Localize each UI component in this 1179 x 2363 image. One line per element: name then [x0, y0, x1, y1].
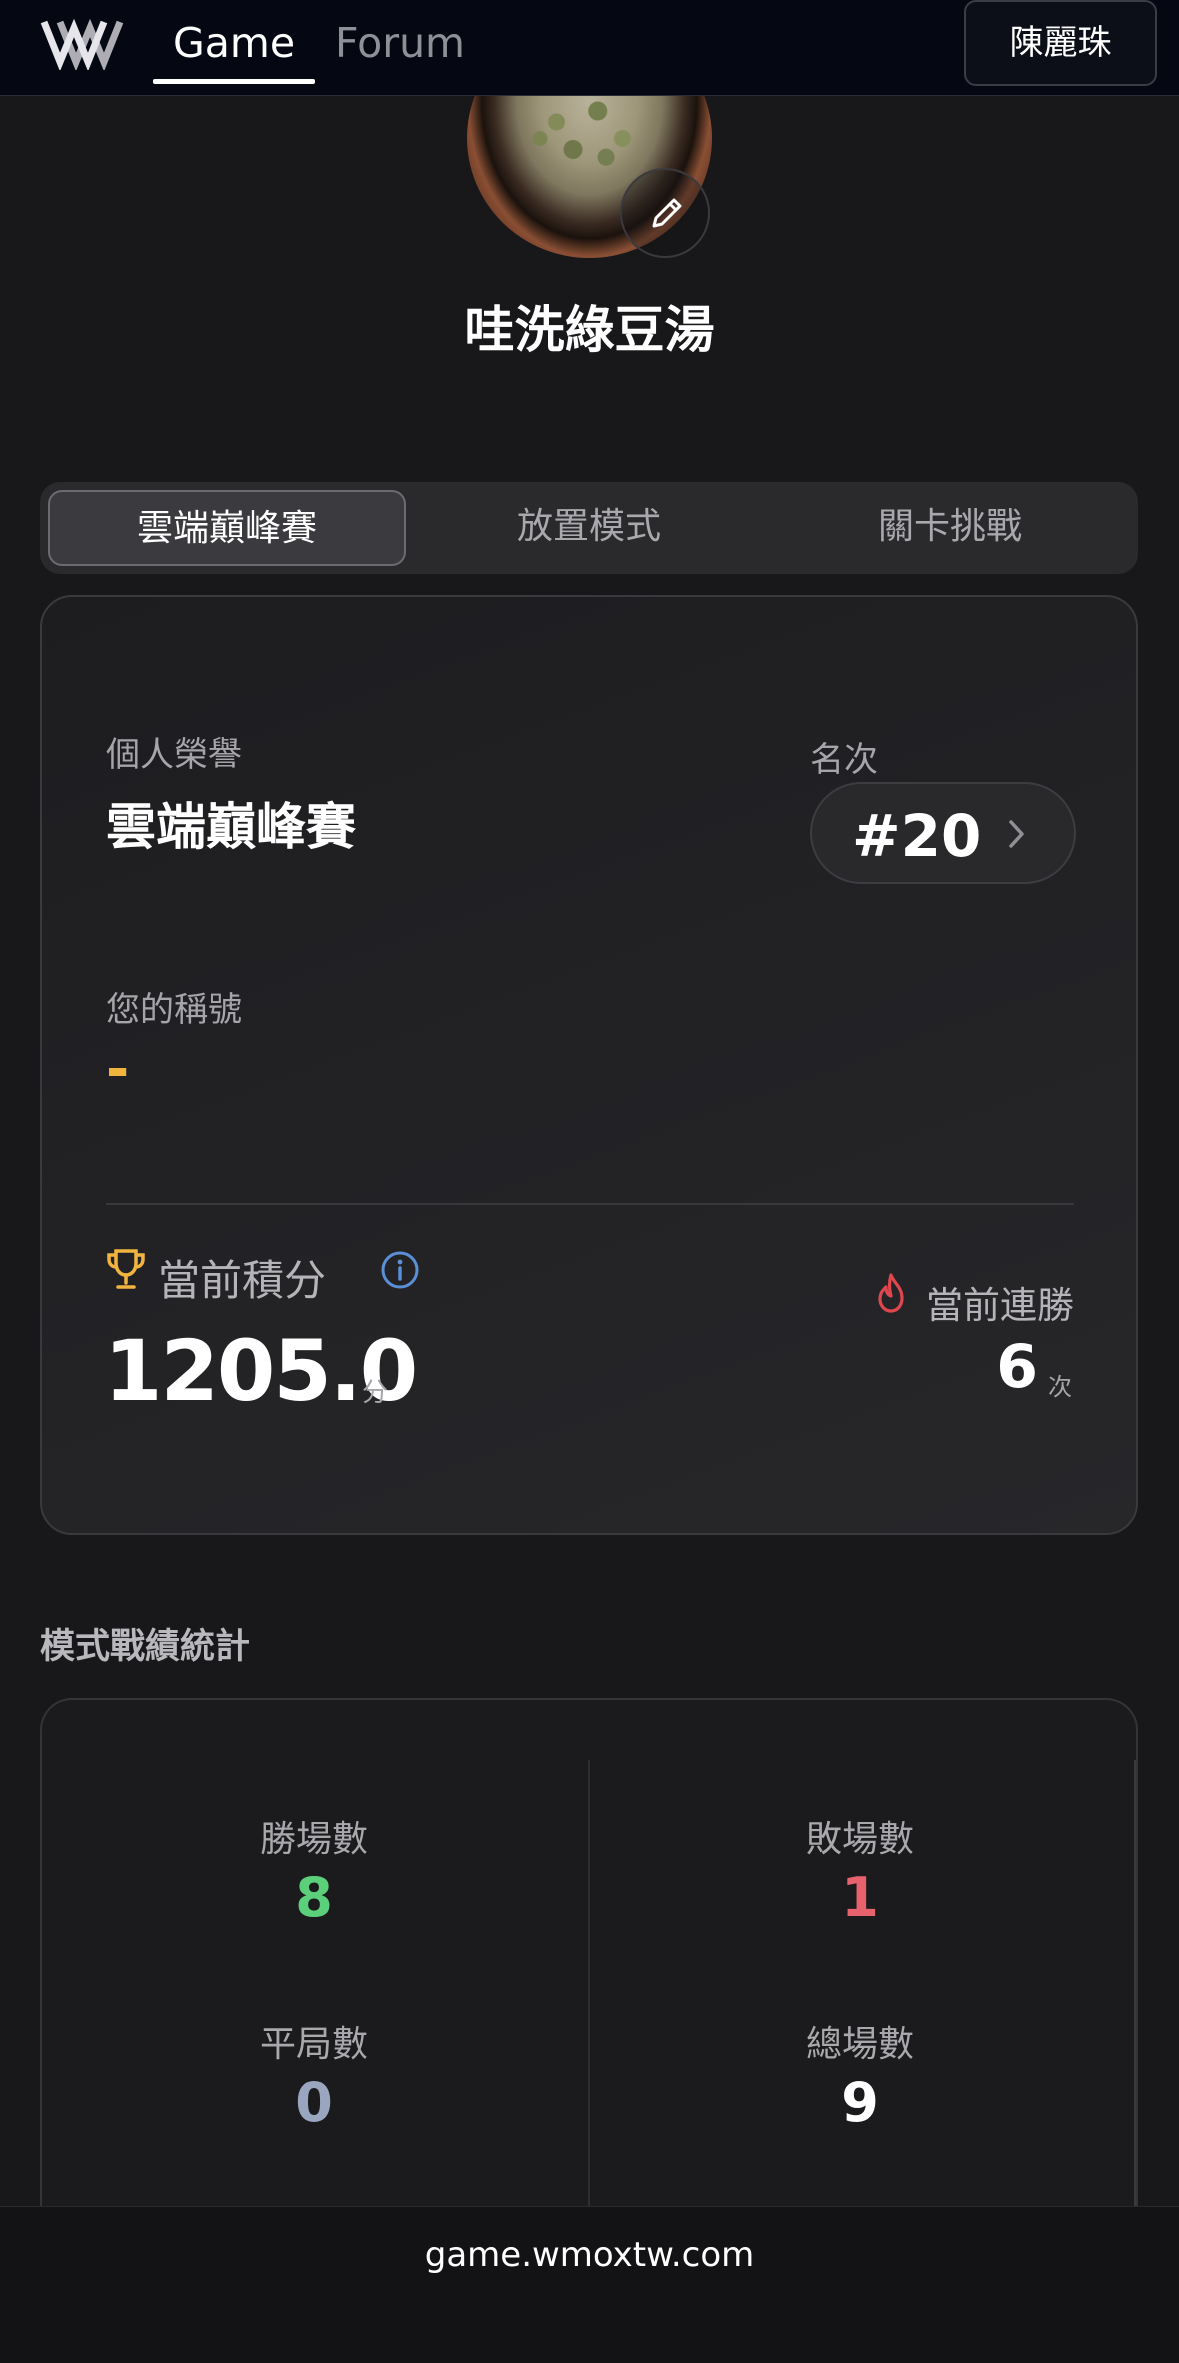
score-label: 當前積分: [158, 1256, 327, 1305]
url-text[interactable]: game.wmoxtw.com: [0, 2235, 1179, 2275]
stat-losses: 敗場數 1: [680, 1810, 1040, 1929]
username: 哇洗綠豆湯: [464, 301, 715, 359]
chevron-right-icon: [1009, 820, 1024, 848]
tab-cloud-peak[interactable]: 雲端巔峰賽: [48, 490, 406, 566]
rank-value: #20: [852, 802, 982, 870]
stat-losses-label: 敗場數: [805, 1819, 914, 1860]
stats-card: 勝場數 8 敗場數 1 平局數 0 總場數 9: [40, 1698, 1138, 2218]
stat-wins: 勝場數 8: [134, 1810, 494, 1929]
stats-section-title: 模式戰績統計: [40, 1627, 251, 1667]
user-account-button[interactable]: 陳麗珠: [964, 0, 1157, 86]
tab-game[interactable]: Game: [152, 14, 316, 84]
stat-total-label: 總場數: [805, 2024, 914, 2065]
edit-avatar-button[interactable]: [620, 168, 710, 258]
streak-label: 當前連勝: [926, 1284, 1074, 1327]
title-label: 您的稱號: [106, 990, 242, 1030]
honor-card: 個人榮譽 雲端巔峰賽 名次 #20 您的稱號 - 當前積分 1205.0 分 當…: [40, 595, 1138, 1535]
stat-total: 總場數 9: [680, 2015, 1040, 2134]
title-value: -: [106, 1037, 130, 1102]
tab-idle-mode[interactable]: 放置模式: [410, 490, 768, 566]
logo-icon[interactable]: [40, 14, 124, 70]
trophy-icon: [107, 1249, 145, 1289]
rank-button[interactable]: #20: [810, 782, 1076, 884]
streak-unit: 次: [1048, 1373, 1072, 1401]
honor-section-label: 個人榮譽: [106, 735, 242, 775]
mode-tabs: 雲端巔峰賽 放置模式 關卡挑戰: [40, 482, 1138, 574]
stat-draws-label: 平局數: [259, 2024, 368, 2065]
stat-wins-label: 勝場數: [259, 1819, 368, 1860]
streak-value: 6: [996, 1332, 1038, 1402]
tab-forum[interactable]: Forum: [335, 14, 465, 84]
stat-total-value: 9: [841, 2071, 879, 2134]
stat-draws: 平局數 0: [134, 2015, 494, 2134]
streak-label-row: 當前連勝: [926, 1275, 1074, 1327]
browser-url-bar: game.wmoxtw.com: [0, 2206, 1179, 2363]
flame-icon: [878, 1273, 904, 1313]
info-icon[interactable]: [380, 1250, 420, 1290]
score-unit: 分: [362, 1378, 389, 1408]
rank-label: 名次: [810, 740, 878, 780]
top-nav: Game Forum 陳麗珠: [0, 0, 1179, 96]
scrollbar[interactable]: [1134, 1760, 1136, 2218]
stat-wins-value: 8: [295, 1866, 333, 1929]
pencil-icon: [652, 198, 682, 228]
stat-draws-value: 0: [295, 2071, 333, 2134]
tab-stage-challenge[interactable]: 關卡挑戰: [771, 490, 1129, 566]
divider: [106, 1203, 1074, 1205]
stat-losses-value: 1: [841, 1866, 879, 1929]
honor-mode-title: 雲端巔峰賽: [106, 798, 356, 856]
